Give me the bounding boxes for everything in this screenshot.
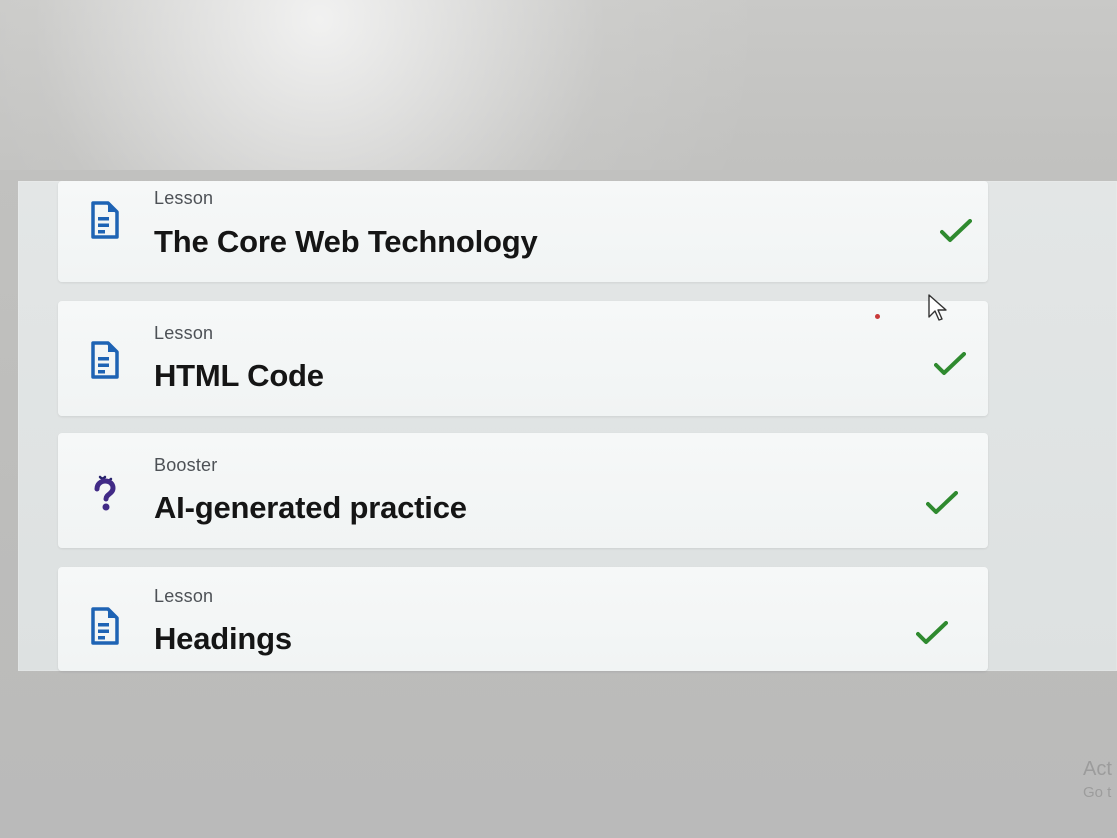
lesson-type-label: Lesson	[154, 586, 214, 606]
lesson-title[interactable]: HTML Code	[154, 358, 324, 394]
list-item[interactable]: Booster AI-generated practice	[58, 433, 988, 548]
lesson-type-label: Lesson	[154, 188, 214, 208]
lesson-type-label: Lesson	[154, 323, 214, 343]
watermark-line-1: Act	[1083, 758, 1112, 780]
check-icon	[940, 219, 972, 242]
list-item[interactable]: Lesson Headings	[58, 567, 988, 671]
indicator-dot	[875, 314, 880, 319]
document-icon	[90, 607, 120, 645]
list-item[interactable]: Lesson HTML Code	[58, 301, 988, 416]
document-icon	[90, 201, 120, 239]
check-icon	[926, 491, 958, 514]
cursor-icon	[928, 294, 947, 321]
os-watermark: Act Go t	[1083, 758, 1112, 802]
check-icon	[916, 621, 948, 644]
question-icon	[90, 475, 120, 513]
booster-type-label: Booster	[154, 455, 218, 475]
lesson-title[interactable]: Headings	[154, 621, 292, 657]
lesson-title[interactable]: AI-generated practice	[154, 490, 467, 526]
lesson-title[interactable]: The Core Web Technology	[154, 224, 538, 260]
list-item[interactable]: Lesson The Core Web Technology	[58, 181, 988, 282]
document-icon	[90, 341, 120, 379]
watermark-line-2: Go t	[1083, 784, 1112, 801]
check-icon	[934, 352, 966, 375]
screen-glare	[0, 0, 1117, 170]
lesson-list: Lesson The Core Web Technology Lesson HT…	[58, 181, 998, 671]
